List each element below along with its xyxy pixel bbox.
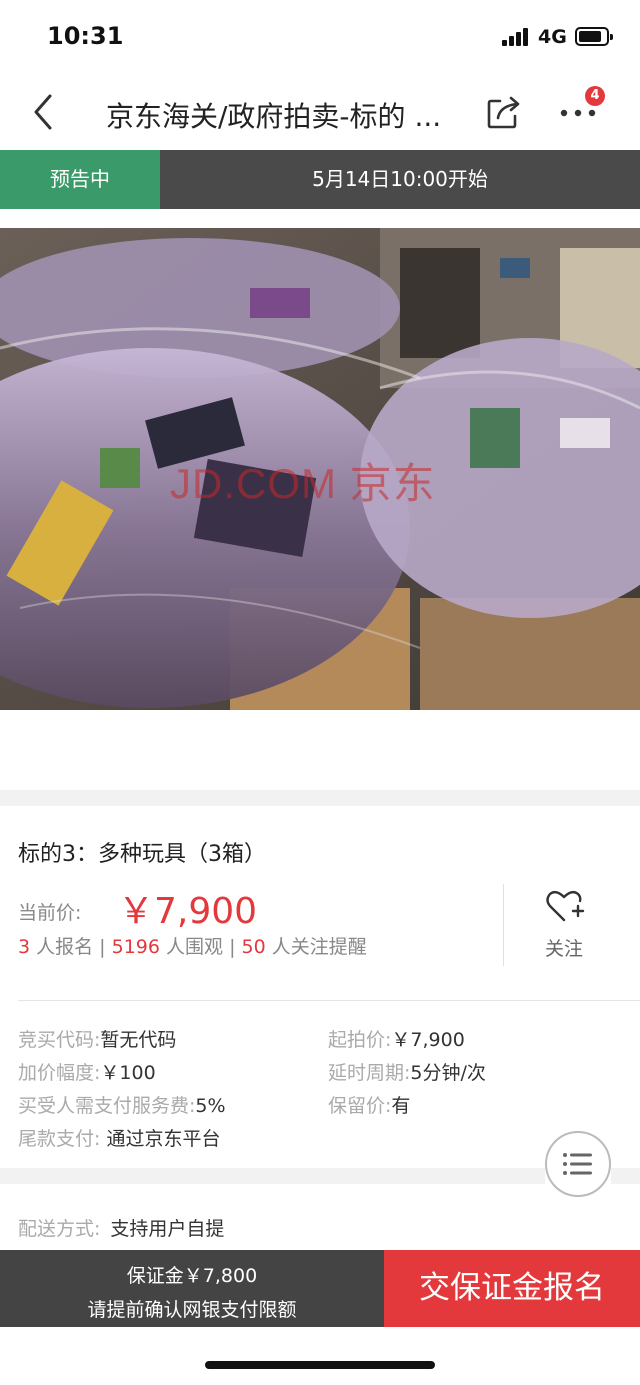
home-indicator[interactable]	[205, 1361, 435, 1369]
follow-label: 关注	[544, 938, 583, 960]
reserve-price: 保留价:有	[328, 1091, 410, 1118]
floating-menu-button[interactable]	[545, 1131, 611, 1197]
deposit-info: 保证金￥7,800 请提前确认网银支付限额	[0, 1250, 384, 1327]
bid-code-value: 暂无代码	[100, 1029, 177, 1051]
followers-text: 人关注提醒	[265, 936, 367, 958]
lot-title: 标的3：多种玩具（3箱）	[18, 842, 266, 867]
follow-button[interactable]: 关注	[520, 884, 608, 964]
section-divider	[0, 1168, 545, 1184]
service-fee: 买受人需支付服务费:5%	[18, 1091, 226, 1118]
notification-badge: 4	[585, 86, 605, 106]
delivery-label: 配送方式:	[18, 1218, 101, 1240]
section-divider	[611, 1168, 640, 1184]
start-price-label: 起拍价:	[328, 1029, 392, 1051]
auction-status-bar: 预告中 5月14日10:00开始	[0, 150, 640, 209]
service-fee-value: 5%	[195, 1095, 226, 1117]
bid-code-label: 竞买代码:	[18, 1029, 101, 1051]
divider	[18, 1000, 640, 1001]
deposit-note: 请提前确认网银支付限额	[87, 1299, 297, 1321]
deposit-amount: 保证金￥7,800	[126, 1265, 258, 1287]
bid-increment-value: ￥100	[100, 1062, 156, 1084]
battery-icon	[575, 27, 613, 46]
bid-increment: 加价幅度:￥100	[18, 1058, 156, 1085]
status-bar: 10:31 4G	[0, 0, 640, 72]
auction-start-time: 5月14日10:00开始	[312, 167, 488, 191]
final-payment-label: 尾款支付:	[18, 1128, 101, 1150]
delay-period-value: 5分钟/次	[410, 1062, 486, 1084]
signal-icon	[502, 28, 530, 46]
views-count: 5196	[111, 936, 160, 958]
start-price-value: ￥7,900	[391, 1029, 465, 1051]
auction-stats: 3 人报名 | 5196 人围观 | 50 人关注提醒	[18, 932, 367, 959]
service-fee-label: 买受人需支付服务费:	[18, 1095, 196, 1117]
bid-increment-label: 加价幅度:	[18, 1062, 101, 1084]
status-preview-label: 预告中	[0, 150, 160, 209]
registrations-text: 人报名 |	[30, 936, 112, 958]
pay-deposit-signup-button[interactable]: 交保证金报名	[384, 1250, 640, 1327]
start-price: 起拍价:￥7,900	[328, 1025, 465, 1052]
page-title: 京东海关/政府拍卖-标的 ...	[106, 100, 442, 133]
registrations-count: 3	[18, 936, 31, 958]
reserve-price-label: 保留价:	[328, 1095, 392, 1117]
reserve-price-value: 有	[391, 1095, 411, 1117]
bottom-action-bar: 保证金￥7,800 请提前确认网银支付限额 交保证金报名	[0, 1250, 640, 1327]
vertical-divider	[503, 884, 504, 966]
final-payment: 尾款支付: 通过京东平台	[18, 1124, 220, 1151]
delay-period-label: 延时周期:	[328, 1062, 411, 1084]
back-button[interactable]	[28, 90, 68, 134]
product-image[interactable]: JD.COM 京东	[0, 228, 640, 710]
list-icon	[563, 1153, 592, 1175]
final-payment-value: 通过京东平台	[100, 1128, 221, 1150]
share-button[interactable]	[484, 92, 524, 132]
heart-plus-icon	[546, 890, 585, 922]
current-price: ￥7,900	[118, 891, 258, 932]
views-text: 人围观 |	[159, 936, 242, 958]
image-watermark: JD.COM 京东	[170, 460, 436, 507]
delay-period: 延时周期:5分钟/次	[328, 1058, 486, 1085]
nav-bar: 京东海关/政府拍卖-标的 ...	[0, 72, 640, 150]
bid-code: 竞买代码:暂无代码	[18, 1025, 176, 1052]
network-type: 4G	[538, 26, 567, 48]
back-icon	[34, 94, 52, 130]
current-price-label: 当前价:	[18, 902, 82, 924]
delivery-value: 支持用户自提	[110, 1218, 225, 1240]
status-time: 10:31	[47, 22, 124, 50]
share-icon	[487, 96, 520, 129]
followers-count: 50	[241, 936, 266, 958]
section-divider	[0, 790, 640, 806]
delivery-method: 配送方式: 支持用户自提	[18, 1214, 224, 1241]
